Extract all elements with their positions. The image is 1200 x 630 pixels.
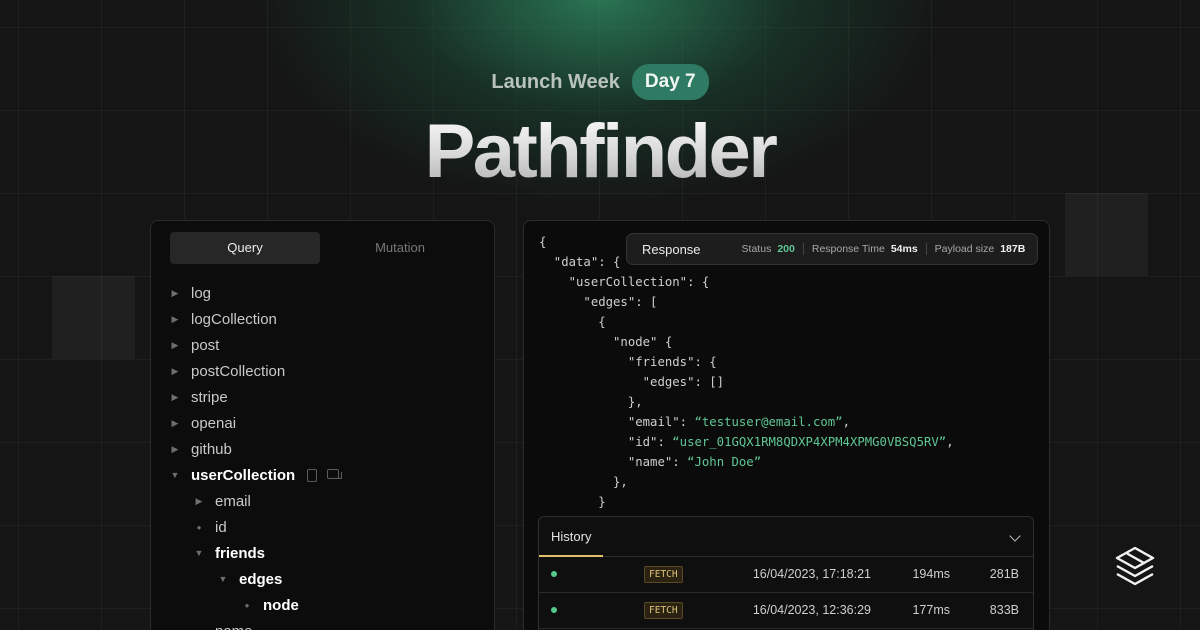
background-tile xyxy=(1065,193,1148,276)
tree-item-edges[interactable]: ▼ edges xyxy=(151,566,494,592)
tree-item-log[interactable]: ▶ log xyxy=(151,280,494,306)
caret-right-icon: ▶ xyxy=(171,443,179,454)
caret-down-icon: ▼ xyxy=(194,548,204,558)
tree-item-label: userCollection xyxy=(191,466,296,484)
tree-item-node[interactable]: ● node xyxy=(151,592,494,618)
hero-header: Launch Week Day 7 Pathfinder xyxy=(0,64,1200,195)
page-title: Pathfinder xyxy=(0,108,1200,195)
copy-icon[interactable] xyxy=(327,468,343,479)
history-size: 833B xyxy=(989,603,1019,617)
response-time-stat: Response Time 54ms xyxy=(802,243,926,255)
tree-item-postcollection[interactable]: ▶ postCollection xyxy=(151,358,494,384)
tree-item-id[interactable]: ● id xyxy=(151,514,494,540)
history-duration: 177ms xyxy=(912,603,950,617)
status-value: 200 xyxy=(777,243,795,255)
caret-right-icon: ▶ xyxy=(171,365,179,376)
caret-right-icon: ▶ xyxy=(171,391,179,402)
launch-row: Launch Week Day 7 xyxy=(0,64,1200,100)
caret-down-icon: ▼ xyxy=(170,470,180,480)
leaf-dot-icon: ● xyxy=(244,600,250,610)
tree-item-label: post xyxy=(191,336,220,354)
tree-item-label: name xyxy=(215,623,253,630)
caret-down-icon: ▼ xyxy=(218,574,228,584)
method-badge: FETCH xyxy=(644,602,683,619)
history-panel: History FETCH 16/04/2023, 17:18:21 194ms… xyxy=(538,516,1034,630)
background-tile xyxy=(52,276,135,359)
tree-item-friends[interactable]: ▼ friends xyxy=(151,540,494,566)
leaf-dot-icon: ● xyxy=(196,522,202,532)
stacked-layers-logo-icon xyxy=(1115,546,1155,586)
row-actions xyxy=(307,468,343,482)
tree-item-label: stripe xyxy=(191,388,228,406)
history-size: 281B xyxy=(989,567,1019,581)
tree-item-label: logCollection xyxy=(191,310,277,328)
json-email-value: “testuser@email.com” xyxy=(694,415,843,429)
tree-item-openai[interactable]: ▶ openai xyxy=(151,410,494,436)
caret-right-icon: ▶ xyxy=(171,417,179,428)
document-icon[interactable] xyxy=(307,468,318,482)
tab-query[interactable]: Query xyxy=(170,232,320,264)
tree-item-stripe[interactable]: ▶ stripe xyxy=(151,384,494,410)
operation-tabs: Query Mutation xyxy=(170,232,478,264)
day-badge: Day 7 xyxy=(631,64,709,100)
tab-history[interactable]: History xyxy=(539,517,604,557)
tree-item-label: postCollection xyxy=(191,362,286,380)
chevron-down-icon[interactable] xyxy=(1009,530,1021,542)
tree-item-label: edges xyxy=(239,570,283,588)
schema-explorer-panel: Query Mutation ▶ log ▶ logCollection ▶ p… xyxy=(150,220,495,630)
method-badge: FETCH xyxy=(644,566,683,583)
caret-right-icon: ▶ xyxy=(171,287,179,298)
history-date: 16/04/2023, 17:18:21 xyxy=(752,567,871,581)
json-name-value: “John Doe” xyxy=(687,455,762,469)
tree-item-usercollection[interactable]: ▼ userCollection xyxy=(151,462,494,488)
success-dot-icon xyxy=(551,607,557,613)
status-label: Status xyxy=(741,243,772,255)
payload-size-value: 187B xyxy=(1000,243,1026,255)
json-id-value: “user_01GQX1RM8QDXP4XPM4XPMG0VBSQ5RV” xyxy=(672,435,947,449)
response-json: { "data": { "userCollection": { "edges":… xyxy=(539,235,954,509)
success-dot-icon xyxy=(551,571,557,577)
launch-week-label: Launch Week xyxy=(491,70,620,93)
history-date: 16/04/2023, 12:36:29 xyxy=(752,603,871,617)
response-time-label: Response Time xyxy=(811,243,885,255)
response-label: Response xyxy=(642,241,701,257)
schema-tree: ▶ log ▶ logCollection ▶ post ▶ postColle… xyxy=(151,280,494,630)
tree-item-label: id xyxy=(215,518,227,536)
response-status-bar: Response Status 200 Response Time 54ms P… xyxy=(626,233,1038,265)
response-panel: { "data": { "userCollection": { "edges":… xyxy=(523,220,1050,630)
tree-item-post[interactable]: ▶ post xyxy=(151,332,494,358)
tree-item-label: log xyxy=(191,284,212,302)
leaf-dot-icon: ● xyxy=(191,627,207,630)
tree-item-email[interactable]: ▶ email xyxy=(151,488,494,514)
tree-item-label: github xyxy=(191,440,232,458)
history-row[interactable]: FETCH 16/04/2023, 17:18:21 194ms 281B xyxy=(539,557,1033,593)
history-header: History xyxy=(539,517,1033,557)
caret-right-icon: ▶ xyxy=(195,495,203,506)
tree-item-label: openai xyxy=(191,414,237,432)
tab-mutation[interactable]: Mutation xyxy=(325,232,475,264)
caret-right-icon: ▶ xyxy=(171,339,179,350)
tree-item-label: node xyxy=(263,596,299,614)
caret-right-icon: ▶ xyxy=(171,313,179,324)
tree-item-label: friends xyxy=(215,544,266,562)
history-duration: 194ms xyxy=(912,567,950,581)
history-row[interactable]: FETCH 16/04/2023, 12:36:29 177ms 833B xyxy=(539,593,1033,629)
payload-size-stat: Payload size 187B xyxy=(925,243,1034,255)
status-stat: Status 200 xyxy=(734,243,803,255)
tree-item-github[interactable]: ▶ github xyxy=(151,436,494,462)
tree-item-name[interactable]: ● name xyxy=(151,618,494,630)
payload-size-label: Payload size xyxy=(934,243,995,255)
response-time-value: 54ms xyxy=(890,243,918,255)
tree-item-label: email xyxy=(215,492,251,510)
tree-item-logcollection[interactable]: ▶ logCollection xyxy=(151,306,494,332)
